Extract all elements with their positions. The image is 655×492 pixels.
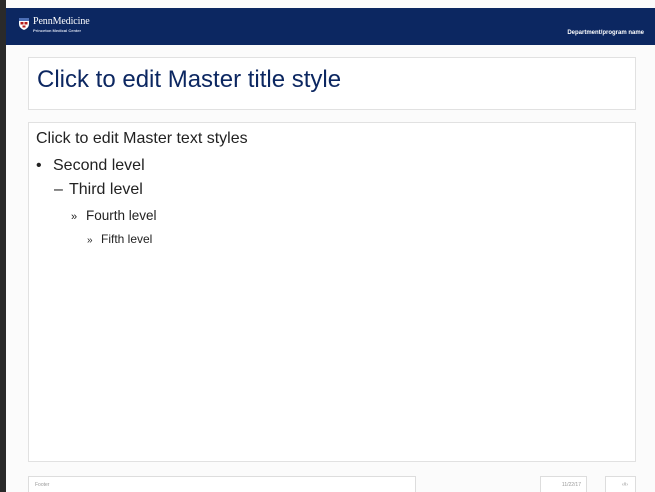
slide-number-placeholder[interactable]: ‹#›: [605, 476, 636, 492]
master-title-text: Click to edit Master title style: [37, 66, 342, 93]
header-bar: PennMedicine Princeton Medical Center De…: [6, 8, 655, 45]
footer-text: Footer: [35, 482, 50, 488]
bullet-dash-icon: –: [54, 181, 63, 198]
bullet-dot-icon: •: [36, 157, 42, 174]
brand-subtitle: Princeton Medical Center: [33, 28, 82, 33]
title-placeholder[interactable]: Click to edit Master title style: [28, 57, 636, 110]
text-level-5: » Fifth level: [87, 232, 152, 246]
text-level-4-label: Fourth level: [86, 208, 157, 223]
text-level-3-label: Third level: [69, 181, 143, 198]
text-level-1-label: Click to edit Master text styles: [36, 130, 248, 147]
penn-medicine-logo: PennMedicine Princeton Medical Center: [19, 17, 90, 33]
brand-name: PennMedicine: [33, 16, 90, 27]
department-name: Department/program name: [567, 30, 644, 36]
text-level-3: – Third level: [54, 181, 143, 199]
bullet-chevron-icon: »: [87, 235, 93, 246]
date-placeholder[interactable]: 11/22/17: [540, 476, 587, 492]
slide-master: PennMedicine Princeton Medical Center De…: [0, 0, 655, 492]
slide-number-text: ‹#›: [621, 482, 628, 488]
shield-icon: [19, 18, 29, 30]
text-level-2: • Second level: [36, 157, 145, 175]
text-level-5-label: Fifth level: [101, 232, 153, 246]
window-edge: [0, 0, 6, 492]
text-level-4: » Fourth level: [71, 208, 157, 223]
text-level-1: Click to edit Master text styles: [36, 130, 248, 148]
date-text: 11/22/17: [561, 482, 581, 488]
footer-placeholder[interactable]: Footer: [28, 476, 416, 492]
body-placeholder[interactable]: Click to edit Master text styles • Second…: [28, 122, 636, 462]
text-level-2-label: Second level: [53, 157, 145, 174]
bullet-chevron-icon: »: [71, 211, 78, 223]
